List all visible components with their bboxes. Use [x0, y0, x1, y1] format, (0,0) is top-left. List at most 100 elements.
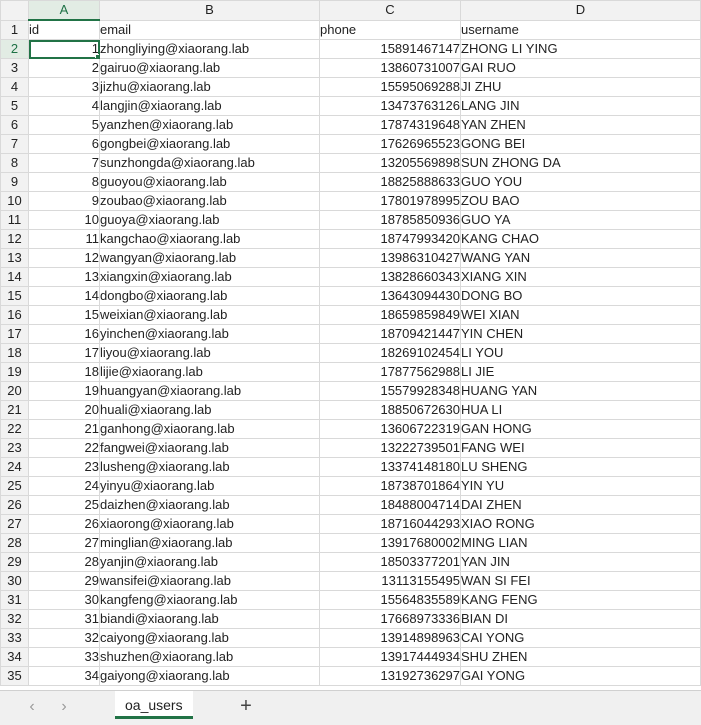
cell-d20[interactable]: HUANG YAN: [460, 381, 701, 401]
row-header[interactable]: 27: [0, 514, 29, 534]
cell-c25[interactable]: 18738701864: [319, 476, 461, 496]
row-header[interactable]: 25: [0, 476, 29, 496]
cell-a25[interactable]: 24: [28, 476, 100, 496]
row-header[interactable]: 34: [0, 647, 29, 667]
cell-c27[interactable]: 18716044293: [319, 514, 461, 534]
cell-c11[interactable]: 18785850936: [319, 210, 461, 230]
column-header-b[interactable]: B: [99, 0, 320, 21]
cell-a27[interactable]: 26: [28, 514, 100, 534]
cell-b20[interactable]: huangyan@xiaorang.lab: [99, 381, 320, 401]
row-header[interactable]: 22: [0, 419, 29, 439]
cell-a31[interactable]: 30: [28, 590, 100, 610]
cell-a20[interactable]: 19: [28, 381, 100, 401]
cell-c28[interactable]: 13917680002: [319, 533, 461, 553]
cell-b18[interactable]: liyou@xiaorang.lab: [99, 343, 320, 363]
cell-c10[interactable]: 17801978995: [319, 191, 461, 211]
cell-c23[interactable]: 13222739501: [319, 438, 461, 458]
cell-c4[interactable]: 15595069288: [319, 77, 461, 97]
cell-a8[interactable]: 7: [28, 153, 100, 173]
sheet-tab-oa-users[interactable]: oa_users: [115, 691, 193, 719]
cell-a6[interactable]: 5: [28, 115, 100, 135]
cell-b5[interactable]: langjin@xiaorang.lab: [99, 96, 320, 116]
row-header[interactable]: 6: [0, 115, 29, 135]
cell-a16[interactable]: 15: [28, 305, 100, 325]
row-header[interactable]: 5: [0, 96, 29, 116]
cell-c17[interactable]: 18709421447: [319, 324, 461, 344]
cell-d18[interactable]: LI YOU: [460, 343, 701, 363]
cell-c35[interactable]: 13192736297: [319, 666, 461, 686]
cell-a35[interactable]: 34: [28, 666, 100, 686]
cell-b13[interactable]: wangyan@xiaorang.lab: [99, 248, 320, 268]
cell-b32[interactable]: biandi@xiaorang.lab: [99, 609, 320, 629]
cell-a18[interactable]: 17: [28, 343, 100, 363]
row-header[interactable]: 35: [0, 666, 29, 686]
cell-a32[interactable]: 31: [28, 609, 100, 629]
spreadsheet-grid[interactable]: ABCD 1 id email phone username 2 1 zhongliying@…: [0, 0, 701, 690]
cell-d19[interactable]: LI JIE: [460, 362, 701, 382]
cell-b21[interactable]: huali@xiaorang.lab: [99, 400, 320, 420]
row-header[interactable]: 7: [0, 134, 29, 154]
cell-c7[interactable]: 17626965523: [319, 134, 461, 154]
cell-c6[interactable]: 17874319648: [319, 115, 461, 135]
cell-c29[interactable]: 18503377201: [319, 552, 461, 572]
cell-c3[interactable]: 13860731007: [319, 58, 461, 78]
cell-a9[interactable]: 8: [28, 172, 100, 192]
row-header[interactable]: 19: [0, 362, 29, 382]
row-header[interactable]: 28: [0, 533, 29, 553]
row-header[interactable]: 21: [0, 400, 29, 420]
cell-b35[interactable]: gaiyong@xiaorang.lab: [99, 666, 320, 686]
cell-b3[interactable]: gairuo@xiaorang.lab: [99, 58, 320, 78]
cell-d13[interactable]: WANG YAN: [460, 248, 701, 268]
cell-d9[interactable]: GUO YOU: [460, 172, 701, 192]
cell-b29[interactable]: yanjin@xiaorang.lab: [99, 552, 320, 572]
cell-d5[interactable]: LANG JIN: [460, 96, 701, 116]
cell-d6[interactable]: YAN ZHEN: [460, 115, 701, 135]
cell-b10[interactable]: zoubao@xiaorang.lab: [99, 191, 320, 211]
row-header[interactable]: 9: [0, 172, 29, 192]
cell-a15[interactable]: 14: [28, 286, 100, 306]
cell-d1[interactable]: username: [460, 19, 701, 40]
cell-d30[interactable]: WAN SI FEI: [460, 571, 701, 591]
cell-a28[interactable]: 27: [28, 533, 100, 553]
cell-d32[interactable]: BIAN DI: [460, 609, 701, 629]
cell-a24[interactable]: 23: [28, 457, 100, 477]
row-header[interactable]: 4: [0, 77, 29, 97]
cell-a14[interactable]: 13: [28, 267, 100, 287]
cell-a29[interactable]: 28: [28, 552, 100, 572]
cell-a21[interactable]: 20: [28, 400, 100, 420]
cell-b33[interactable]: caiyong@xiaorang.lab: [99, 628, 320, 648]
row-header[interactable]: 11: [0, 210, 29, 230]
cell-a17[interactable]: 16: [28, 324, 100, 344]
cell-a33[interactable]: 32: [28, 628, 100, 648]
cell-c22[interactable]: 13606722319: [319, 419, 461, 439]
cell-c15[interactable]: 13643094430: [319, 286, 461, 306]
row-header[interactable]: 31: [0, 590, 29, 610]
row-header[interactable]: 32: [0, 609, 29, 629]
cell-d24[interactable]: LU SHENG: [460, 457, 701, 477]
cell-a5[interactable]: 4: [28, 96, 100, 116]
cell-d11[interactable]: GUO YA: [460, 210, 701, 230]
cell-a26[interactable]: 25: [28, 495, 100, 515]
cell-d33[interactable]: CAI YONG: [460, 628, 701, 648]
cell-c16[interactable]: 18659859849: [319, 305, 461, 325]
cell-d28[interactable]: MING LIAN: [460, 533, 701, 553]
chevron-right-icon[interactable]: ›: [56, 699, 72, 715]
row-header[interactable]: 17: [0, 324, 29, 344]
cell-c8[interactable]: 13205569898: [319, 153, 461, 173]
row-header[interactable]: 24: [0, 457, 29, 477]
cell-b14[interactable]: xiangxin@xiaorang.lab: [99, 267, 320, 287]
cell-d26[interactable]: DAI ZHEN: [460, 495, 701, 515]
cell-d34[interactable]: SHU ZHEN: [460, 647, 701, 667]
cell-b4[interactable]: jizhu@xiaorang.lab: [99, 77, 320, 97]
cell-a30[interactable]: 29: [28, 571, 100, 591]
cell-b34[interactable]: shuzhen@xiaorang.lab: [99, 647, 320, 667]
row-header[interactable]: 16: [0, 305, 29, 325]
cell-c1[interactable]: phone: [319, 19, 461, 40]
cell-b30[interactable]: wansifei@xiaorang.lab: [99, 571, 320, 591]
cell-d29[interactable]: YAN JIN: [460, 552, 701, 572]
row-header[interactable]: 15: [0, 286, 29, 306]
row-header[interactable]: 12: [0, 229, 29, 249]
row-header[interactable]: 30: [0, 571, 29, 591]
cell-b27[interactable]: xiaorong@xiaorang.lab: [99, 514, 320, 534]
cell-a19[interactable]: 18: [28, 362, 100, 382]
